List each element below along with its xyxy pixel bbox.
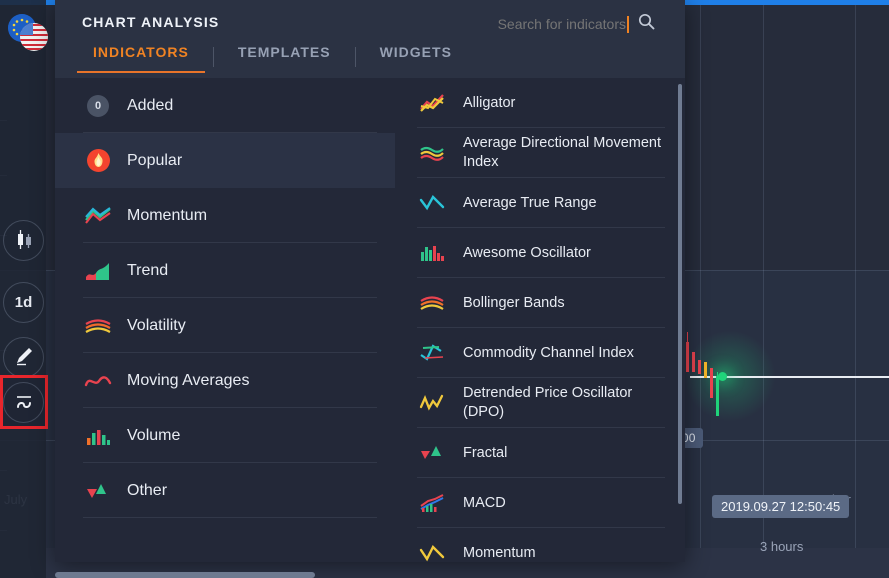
added-count-badge: 0 bbox=[83, 93, 113, 119]
indicator-item[interactable]: Alligator bbox=[395, 78, 685, 128]
tab-widgets[interactable]: WIDGETS bbox=[356, 38, 476, 73]
category-label: Popular bbox=[127, 151, 183, 169]
indicators-button[interactable] bbox=[3, 382, 44, 423]
tab-templates[interactable]: TEMPLATES bbox=[214, 38, 355, 73]
category-label: Moving Averages bbox=[127, 371, 250, 389]
atr-icon bbox=[417, 190, 447, 216]
indicator-label: Commodity Channel Index bbox=[463, 344, 634, 361]
category-label: Volume bbox=[127, 426, 181, 444]
category-volatility[interactable]: Volatility bbox=[55, 298, 395, 353]
indicator-item[interactable]: Awesome Oscillator bbox=[395, 228, 685, 278]
category-label: Added bbox=[127, 96, 174, 114]
momentum-icon bbox=[83, 203, 113, 229]
trend-icon bbox=[83, 258, 113, 284]
dialog-title: CHART ANALYSIS bbox=[82, 14, 220, 30]
grid-line-v bbox=[763, 0, 764, 578]
indicator-label: Alligator bbox=[463, 94, 516, 111]
dpo-icon bbox=[417, 390, 447, 416]
category-moving-averages[interactable]: Moving Averages bbox=[55, 353, 395, 408]
volume-icon bbox=[83, 423, 113, 449]
dialog-header: CHART ANALYSIS INDICATORS TEMPLATES WIDG… bbox=[55, 0, 685, 78]
horizontal-scrollbar[interactable] bbox=[55, 572, 315, 578]
indicator-item[interactable]: Commodity Channel Index bbox=[395, 328, 685, 378]
flame-icon bbox=[86, 149, 110, 172]
momentum2-icon bbox=[417, 540, 447, 562]
indicator-item[interactable]: MACD bbox=[395, 478, 685, 528]
candle bbox=[704, 362, 707, 378]
indicator-item[interactable]: Average True Range bbox=[395, 178, 685, 228]
other-icon bbox=[83, 478, 113, 504]
category-label: Volatility bbox=[127, 316, 186, 334]
fractal-icon bbox=[417, 440, 447, 466]
category-label: Momentum bbox=[127, 206, 208, 224]
category-trend[interactable]: Trend bbox=[55, 243, 395, 298]
category-other[interactable]: Other bbox=[55, 463, 395, 518]
pencil-icon bbox=[13, 345, 35, 371]
search-icon[interactable] bbox=[638, 13, 655, 35]
indicator-label: Average True Range bbox=[463, 194, 597, 211]
wave-indicator-icon bbox=[12, 390, 36, 416]
category-momentum[interactable]: Momentum bbox=[55, 188, 395, 243]
draw-tools-button[interactable] bbox=[3, 337, 44, 378]
candle bbox=[710, 368, 713, 398]
candle bbox=[698, 360, 701, 374]
indicator-label: Detrended Price Oscillator (DPO) bbox=[463, 385, 633, 420]
tab-indicators[interactable]: INDICATORS bbox=[69, 38, 213, 73]
grid-line-v bbox=[700, 0, 701, 578]
candle bbox=[716, 372, 719, 416]
candlestick-icon bbox=[13, 228, 35, 254]
text-caret bbox=[627, 15, 629, 33]
app-root: 700 ) July ber 2019.09.27 12:50:45 3 hou… bbox=[0, 0, 889, 578]
current-price-dot bbox=[718, 372, 727, 381]
chart-toolbar: 1d bbox=[0, 0, 48, 578]
indicator-list[interactable]: Alligator Average Directional Movement I… bbox=[395, 78, 685, 562]
timeframe-label: 1d bbox=[14, 294, 33, 311]
category-popular[interactable]: Popular bbox=[55, 133, 395, 188]
indicator-label: Fractal bbox=[463, 444, 508, 461]
indicator-label: Momentum bbox=[463, 544, 536, 561]
adx-icon bbox=[417, 140, 447, 166]
bollinger-icon bbox=[417, 290, 447, 316]
indicator-label: Average Directional Movement Index bbox=[463, 135, 661, 170]
category-volume[interactable]: Volume bbox=[55, 408, 395, 463]
category-added[interactable]: 0 Added bbox=[55, 78, 395, 133]
indicator-item[interactable]: Fractal bbox=[395, 428, 685, 478]
category-label: Other bbox=[127, 481, 168, 499]
category-label: Trend bbox=[127, 261, 169, 279]
search-container bbox=[436, 13, 655, 35]
volatility-icon bbox=[83, 313, 113, 339]
indicator-label: MACD bbox=[463, 494, 506, 511]
badge-count: 0 bbox=[87, 94, 109, 117]
chart-analysis-dialog: CHART ANALYSIS INDICATORS TEMPLATES WIDG… bbox=[55, 0, 685, 562]
macd-icon bbox=[417, 490, 447, 516]
dialog-tabs: INDICATORS TEMPLATES WIDGETS bbox=[69, 38, 476, 78]
indicator-item[interactable]: Momentum bbox=[395, 528, 685, 562]
moving-avg-icon bbox=[83, 368, 113, 394]
candle bbox=[692, 352, 695, 372]
alligator-icon bbox=[417, 90, 447, 116]
us-flag-icon bbox=[20, 23, 48, 51]
flame-icon-wrap bbox=[83, 148, 113, 174]
indicator-list-scrollbar[interactable] bbox=[678, 84, 682, 504]
indicator-item[interactable]: Bollinger Bands bbox=[395, 278, 685, 328]
chart-type-button[interactable] bbox=[3, 220, 44, 261]
indicator-item[interactable]: Average Directional Movement Index bbox=[395, 128, 685, 178]
indicator-label: Awesome Oscillator bbox=[463, 244, 591, 261]
search-input[interactable] bbox=[436, 16, 626, 32]
interval-label: 3 hours bbox=[760, 539, 804, 554]
awesome-icon bbox=[417, 240, 447, 266]
indicator-item[interactable]: Detrended Price Oscillator (DPO) bbox=[395, 378, 685, 428]
cci-icon bbox=[417, 340, 447, 366]
timeframe-button[interactable]: 1d bbox=[3, 282, 44, 323]
category-list: 0 Added Popular Momentum Trend Volatilit… bbox=[55, 78, 395, 562]
candle bbox=[686, 332, 689, 372]
indicator-label: Bollinger Bands bbox=[463, 294, 565, 311]
grid-line-v bbox=[855, 0, 856, 578]
symbol-flags[interactable] bbox=[8, 14, 50, 54]
time-tooltip: 2019.09.27 12:50:45 bbox=[712, 495, 850, 518]
